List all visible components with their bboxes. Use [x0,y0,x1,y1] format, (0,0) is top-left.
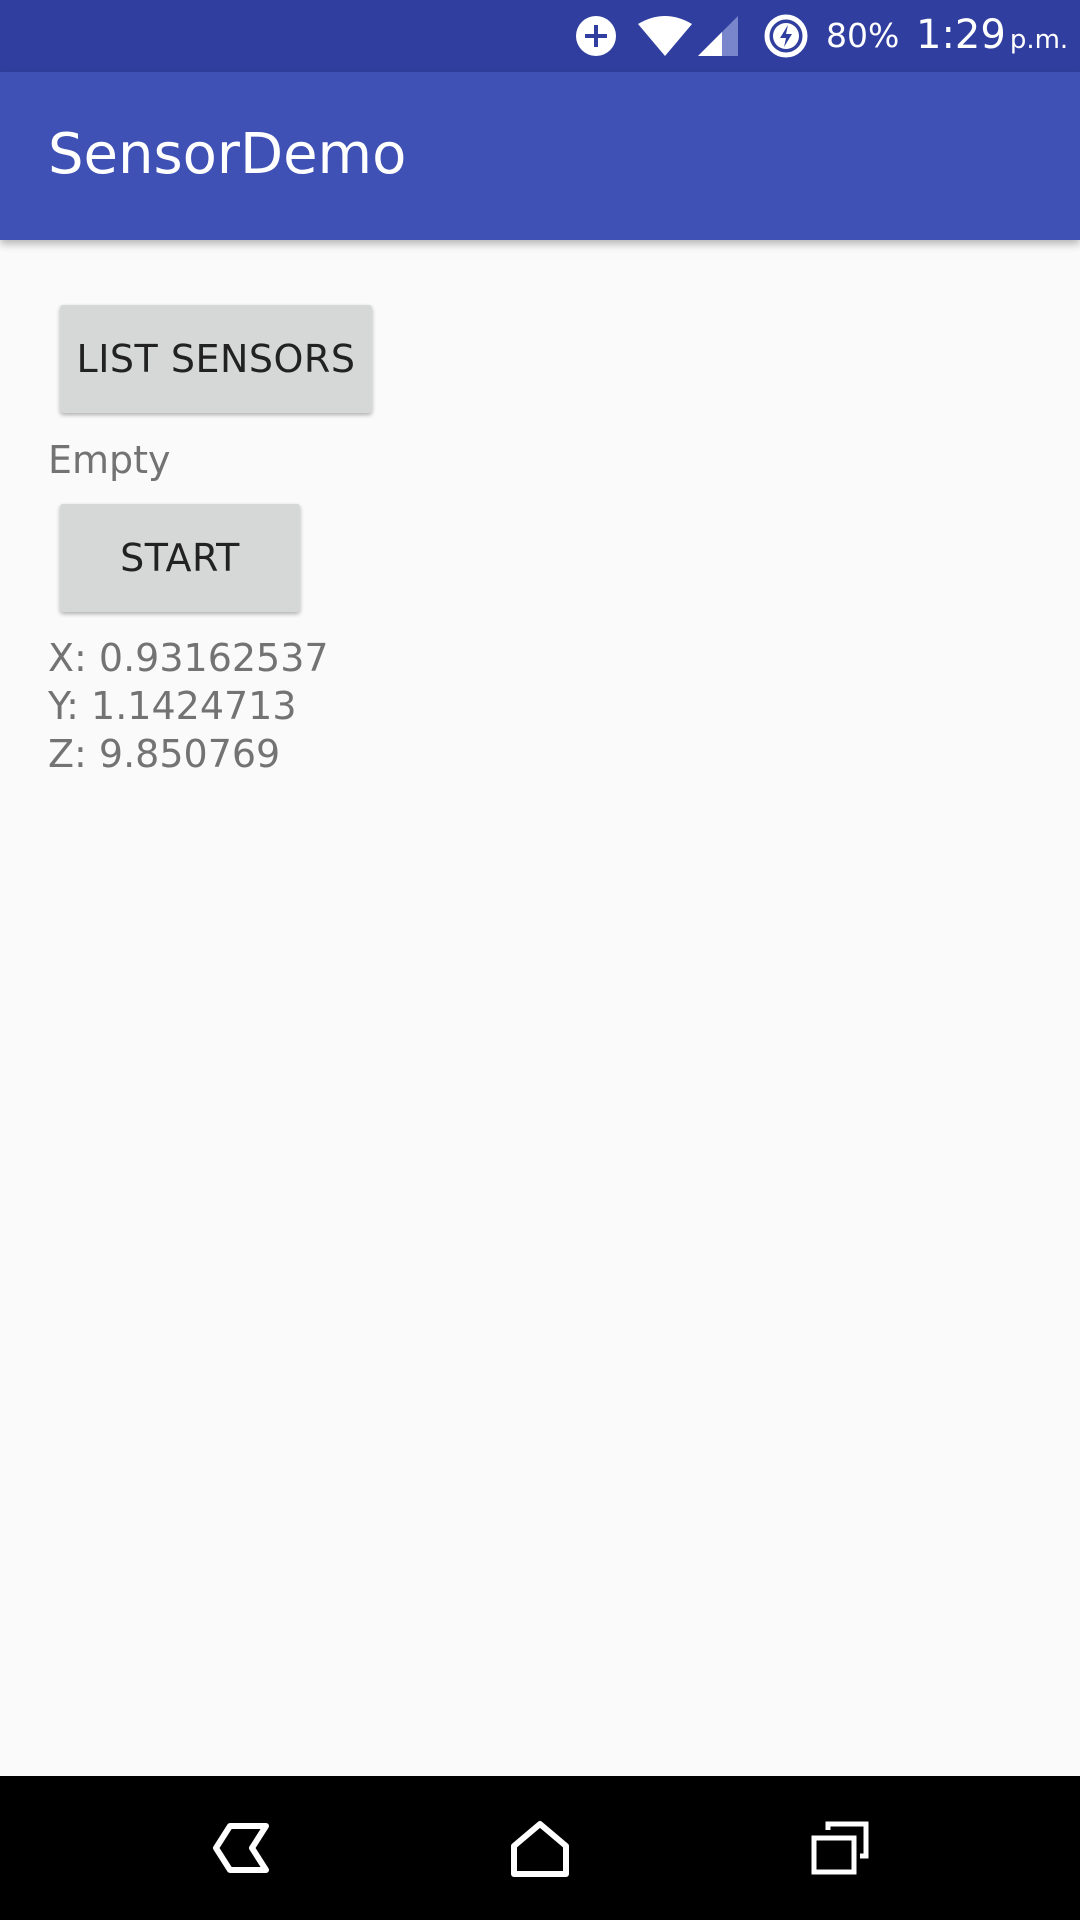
home-icon [511,1821,569,1877]
time-text: 1:29 [916,12,1006,58]
battery-charging-icon [764,14,808,58]
data-saver-plus-icon [576,16,616,56]
time-ampm: p.m. [1009,25,1069,55]
app-screen: 80% 1:29 p.m. SensorDemo LIST SENSORS Emp… [0,0,1080,1920]
status-time: 1:29 p.m. [916,10,1068,65]
axis-z-value: Z: 9.850769 [48,732,281,776]
axis-x-value: X: 0.93162537 [48,636,329,680]
app-bar: SensorDemo [0,72,1080,240]
status-bar: 80% 1:29 p.m. [0,0,1080,72]
back-icon [213,1823,269,1873]
sensor-readings: X: 0.93162537 Y: 1.1424713 Z: 9.850769 [48,634,329,778]
cell-signal-icon [698,16,738,56]
app-title: SensorDemo [48,122,407,187]
wifi-icon [638,16,692,56]
home-button[interactable] [492,1800,588,1896]
navigation-bar [0,1776,1080,1920]
list-sensors-button[interactable]: LIST SENSORS [60,305,372,413]
recents-icon [811,1821,869,1875]
back-button[interactable] [192,1800,288,1896]
recents-button[interactable] [792,1800,888,1896]
battery-percent: 80% [826,16,900,55]
sensor-list-text: Empty [48,438,171,482]
start-button[interactable]: START [60,504,300,612]
axis-y-value: Y: 1.1424713 [48,684,297,728]
